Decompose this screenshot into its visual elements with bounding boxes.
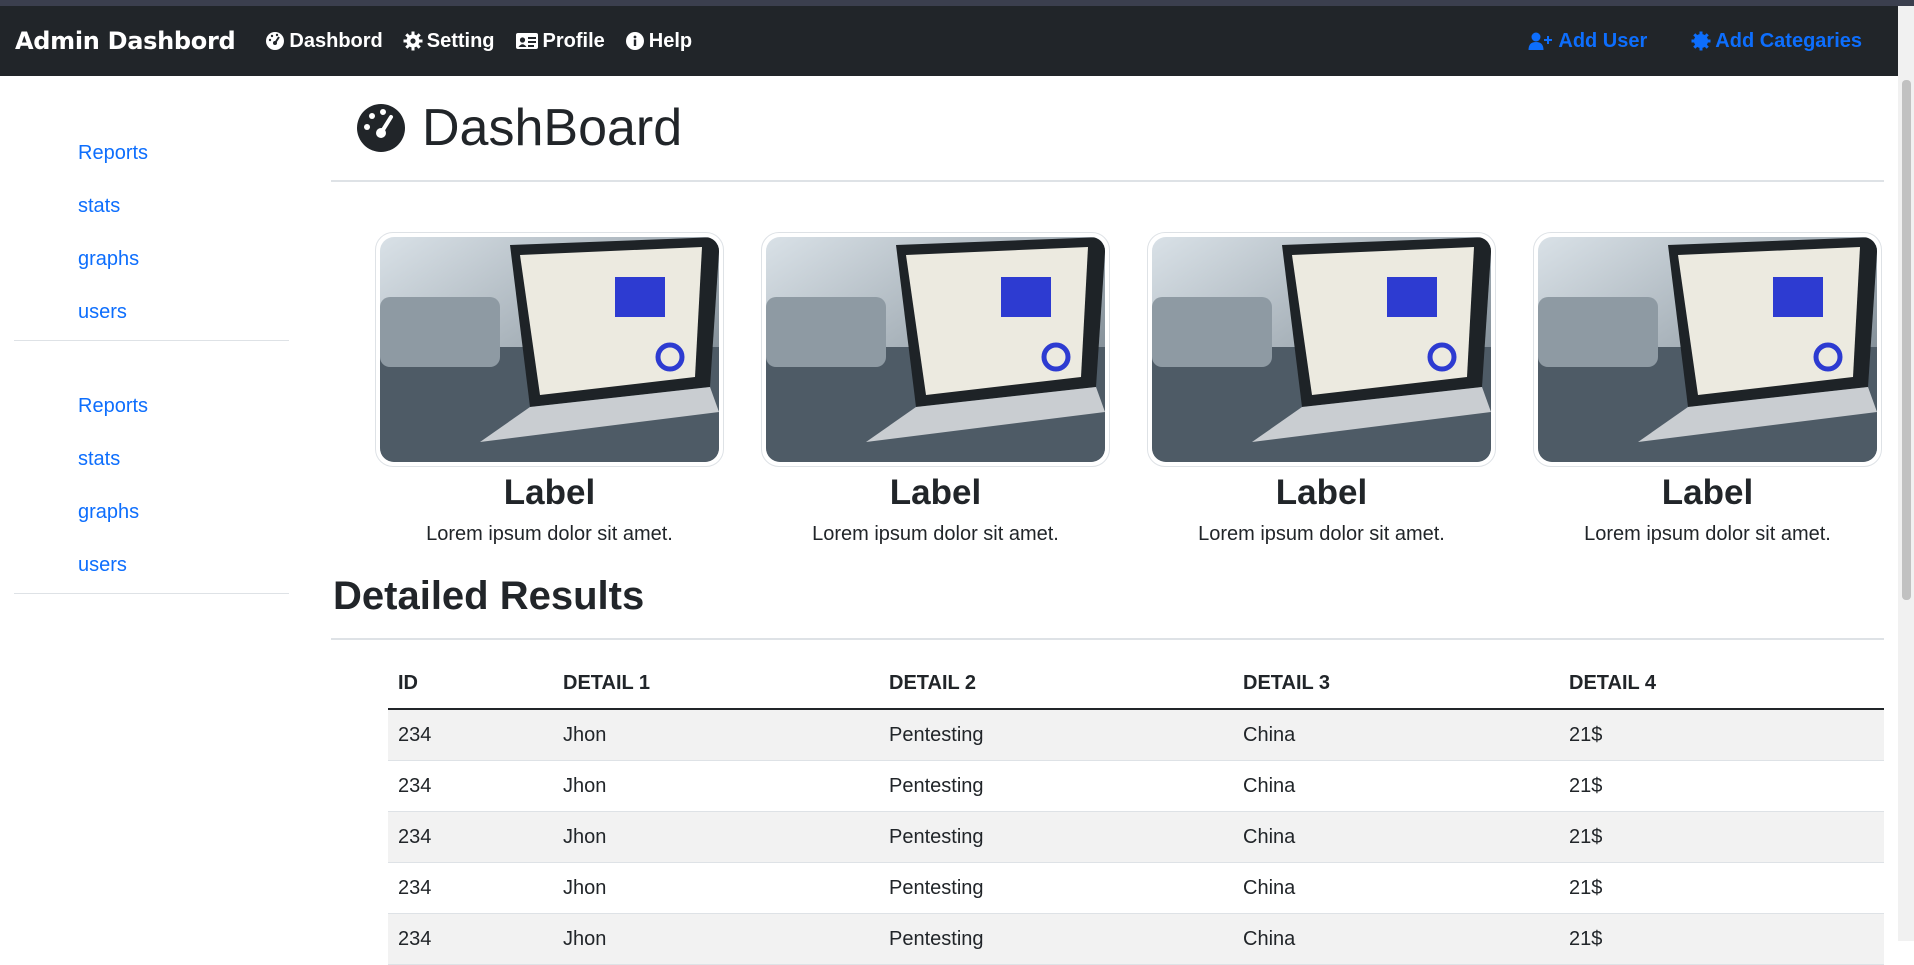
cell-detail-1: Jhon <box>553 913 879 965</box>
cell-detail-2: Pentesting <box>879 913 1233 965</box>
sidebar-item-graphs[interactable]: graphs <box>14 495 289 548</box>
card-text: Lorem ipsum dolor sit amet. <box>1198 523 1445 545</box>
page-header: DashBoard <box>331 76 1884 182</box>
card-text: Lorem ipsum dolor sit amet. <box>812 523 1059 545</box>
cell-detail-4: 21$ <box>1559 709 1884 761</box>
cell-detail-3: China <box>1233 709 1559 761</box>
gear-badge-icon <box>1691 31 1711 51</box>
card-text: Lorem ipsum dolor sit amet. <box>1584 523 1831 545</box>
cell-detail-3: China <box>1233 913 1559 965</box>
add-user-label: Add User <box>1558 29 1648 52</box>
nav-setting-link[interactable]: Setting <box>403 30 495 53</box>
table-row[interactable]: 234 Jhon Pentesting China 21$ <box>388 862 1884 914</box>
add-categories-label: Add Categaries <box>1715 29 1862 52</box>
card-image <box>1533 232 1882 467</box>
cell-detail-1: Jhon <box>553 760 879 812</box>
sidebar-group-2: Reports stats graphs users <box>14 341 289 594</box>
table-row[interactable]: 234 Jhon Pentesting China 21$ <box>388 709 1884 761</box>
card-label: Label <box>1275 473 1368 512</box>
dashboard-card[interactable]: Label Lorem ipsum dolor sit amet. <box>1147 232 1496 546</box>
cell-detail-2: Pentesting <box>879 862 1233 914</box>
page-title: DashBoard <box>422 99 683 157</box>
nav-links: Dashbord Setting Profile Help <box>265 30 712 53</box>
column-header-detail-3[interactable]: DETAIL 3 <box>1233 658 1559 710</box>
cell-detail-2: Pentesting <box>879 811 1233 863</box>
cell-detail-3: China <box>1233 760 1559 812</box>
sidebar-item-stats[interactable]: stats <box>14 442 289 495</box>
info-circle-icon <box>625 32 644 50</box>
dashboard-card[interactable]: Label Lorem ipsum dolor sit amet. <box>375 232 724 546</box>
main-content: DashBoard Label Lorem ipsum dolor sit am… <box>331 76 1884 965</box>
nav-right-actions: Add User Add Categaries <box>1484 30 1862 53</box>
id-card-icon <box>515 33 538 49</box>
cell-detail-4: 21$ <box>1559 811 1884 863</box>
dashboard-gauge-icon <box>357 104 405 152</box>
laptop-photo <box>1152 237 1491 462</box>
add-categories-link[interactable]: Add Categaries <box>1691 30 1862 53</box>
sidebar-item-users[interactable]: users <box>14 548 289 581</box>
card-label: Label <box>1661 473 1754 512</box>
card-text: Lorem ipsum dolor sit amet. <box>426 523 673 545</box>
table-row[interactable]: 234 Jhon Pentesting China 21$ <box>388 760 1884 812</box>
column-header-detail-2[interactable]: DETAIL 2 <box>879 658 1233 710</box>
cell-detail-4: 21$ <box>1559 760 1884 812</box>
nav-profile-label: Profile <box>542 29 605 52</box>
laptop-photo <box>380 237 719 462</box>
top-navbar: Admin Dashbord Dashbord Setting Profile … <box>0 6 1898 76</box>
laptop-photo <box>766 237 1105 462</box>
sidebar-item-reports[interactable]: Reports <box>14 389 289 442</box>
sidebar-item-reports[interactable]: Reports <box>14 136 289 189</box>
card-image <box>1147 232 1496 467</box>
cell-id: 234 <box>388 811 553 863</box>
laptop-photo <box>1538 237 1877 462</box>
sidebar-group-1: Reports stats graphs users <box>14 76 289 341</box>
dashboard-card[interactable]: Label Lorem ipsum dolor sit amet. <box>1533 232 1882 546</box>
cell-detail-1: Jhon <box>553 811 879 863</box>
nav-dashboard-link[interactable]: Dashbord <box>265 29 383 53</box>
table-row[interactable]: 234 Jhon Pentesting China 21$ <box>388 913 1884 965</box>
nav-setting-label: Setting <box>426 29 495 52</box>
card-image <box>761 232 1110 467</box>
table-header-row: ID DETAIL 1 DETAIL 2 DETAIL 3 DETAIL 4 <box>388 658 1884 710</box>
section-divider <box>331 638 1884 640</box>
nav-profile-link[interactable]: Profile <box>515 30 605 53</box>
cell-detail-1: Jhon <box>553 862 879 914</box>
detailed-results-title: Detailed Results <box>333 574 645 618</box>
scrollbar-thumb[interactable] <box>1902 80 1911 600</box>
dashboard-card[interactable]: Label Lorem ipsum dolor sit amet. <box>761 232 1110 546</box>
cell-id: 234 <box>388 760 553 812</box>
cell-detail-1: Jhon <box>553 709 879 761</box>
cell-detail-2: Pentesting <box>879 709 1233 761</box>
card-label: Label <box>889 473 982 512</box>
brand-title[interactable]: Admin Dashbord <box>15 27 236 55</box>
card-image <box>375 232 724 467</box>
column-header-id[interactable]: ID <box>388 658 553 710</box>
gear-icon <box>403 31 423 51</box>
cell-detail-3: China <box>1233 811 1559 863</box>
card-row: Label Lorem ipsum dolor sit amet. Label … <box>375 232 1884 562</box>
sidebar-item-users[interactable]: users <box>14 295 289 328</box>
nav-dashboard-label: Dashbord <box>289 29 383 52</box>
column-header-detail-1[interactable]: DETAIL 1 <box>553 658 879 710</box>
cell-detail-4: 21$ <box>1559 862 1884 914</box>
sidebar: Reports stats graphs users Reports stats… <box>14 76 289 594</box>
cell-detail-3: China <box>1233 862 1559 914</box>
cell-id: 234 <box>388 709 553 761</box>
cell-detail-4: 21$ <box>1559 913 1884 965</box>
add-user-link[interactable]: Add User <box>1528 30 1647 53</box>
cell-id: 234 <box>388 862 553 914</box>
sidebar-item-graphs[interactable]: graphs <box>14 242 289 295</box>
column-header-detail-4[interactable]: DETAIL 4 <box>1559 658 1884 710</box>
card-label: Label <box>503 473 596 512</box>
results-table: ID DETAIL 1 DETAIL 2 DETAIL 3 DETAIL 4 2… <box>388 658 1884 965</box>
table-row[interactable]: 234 Jhon Pentesting China 21$ <box>388 811 1884 863</box>
dashboard-gauge-icon <box>266 32 285 50</box>
cell-id: 234 <box>388 913 553 965</box>
user-plus-icon <box>1528 32 1553 50</box>
nav-help-link[interactable]: Help <box>625 30 692 53</box>
nav-help-label: Help <box>648 29 693 52</box>
cell-detail-2: Pentesting <box>879 760 1233 812</box>
sidebar-item-stats[interactable]: stats <box>14 189 289 242</box>
